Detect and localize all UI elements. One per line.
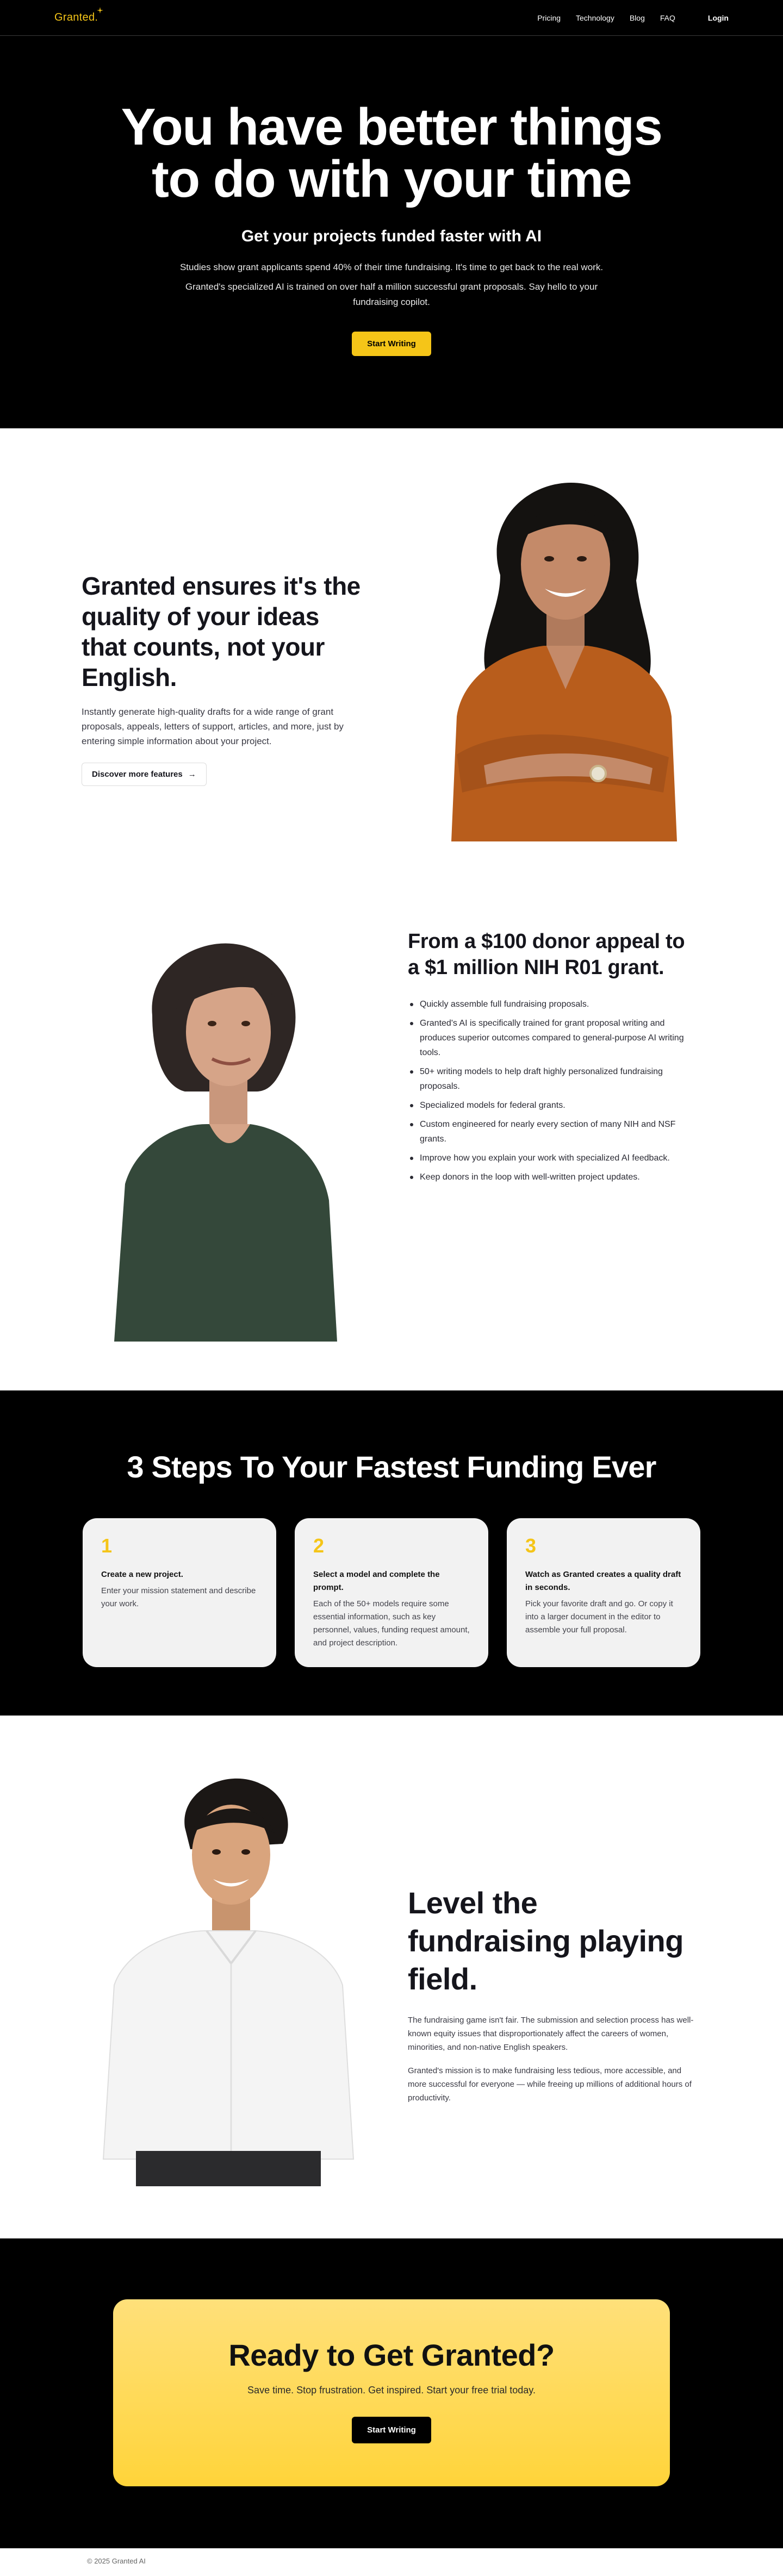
step-description: Pick your favorite draft and go. Or copy… [525, 1599, 673, 1635]
login-button[interactable]: Login [708, 14, 729, 22]
feature-quality-body: Instantly generate high-quality drafts f… [82, 707, 344, 746]
top-nav: Granted. Pricing Technology Blog FAQ Log… [0, 0, 783, 36]
cta-section: Ready to Get Granted? Save time. Stop fr… [0, 2238, 783, 2548]
cta-start-writing-button[interactable]: Start Writing [352, 2417, 431, 2443]
cta-title: Ready to Get Granted? [228, 2338, 555, 2372]
nav-link-faq[interactable]: FAQ [660, 14, 675, 22]
feature-equity-title: Level the fundraising playing field. [408, 1886, 683, 1996]
granted-logo[interactable]: Granted. [54, 7, 104, 24]
woman-green-shirt-photo [114, 943, 337, 1342]
step-description: Enter your mission statement and describ… [101, 1586, 256, 1608]
sparkle-icon [97, 7, 104, 14]
step-number: 2 [313, 1535, 325, 1557]
feature-quality-section: Granted ensures it's the quality of your… [0, 428, 783, 885]
step-title: Watch as Granted creates a quality draft… [525, 1570, 681, 1592]
man-white-shirt-photo [102, 1778, 355, 2186]
feature-equity-paragraph-1: The fundraising game isn't fair. The sub… [408, 2016, 694, 2052]
cta-card: Ready to Get Granted? Save time. Stop fr… [113, 2299, 670, 2486]
nav-link-pricing[interactable]: Pricing [537, 14, 561, 22]
feature-equity-section: Level the fundraising playing field. The… [0, 1716, 783, 2238]
list-item: 50+ writing models to help draft highly … [408, 1064, 701, 1094]
arrow-right-icon: → [188, 770, 196, 779]
list-item: Specialized models for federal grants. [408, 1098, 701, 1113]
feature-range-section: From a $100 donor appeal to a $1 million… [0, 885, 783, 1390]
steps-section: 3 Steps To Your Fastest Funding Ever 1 C… [0, 1390, 783, 1716]
nav-link-blog[interactable]: Blog [630, 14, 645, 22]
hero-paragraph-2: Granted's specialized AI is trained on o… [185, 282, 598, 307]
hero-subtitle: Get your projects funded faster with AI [241, 227, 542, 245]
step-card-2: 2 Select a model and complete the prompt… [295, 1518, 488, 1667]
hero-paragraph-1: Studies show grant applicants spend 40% … [179, 262, 604, 272]
step-title: Create a new project. [101, 1570, 183, 1579]
feature-equity-paragraph-2: Granted's mission is to make fundraising… [408, 2066, 692, 2103]
step-card-3: 3 Watch as Granted creates a quality dra… [507, 1518, 700, 1667]
step-number: 1 [101, 1535, 113, 1557]
discover-features-button[interactable]: Discover more features → [82, 763, 207, 786]
step-card-1: 1 Create a new project. Enter your missi… [83, 1518, 276, 1667]
step-description: Each of the 50+ models require some esse… [313, 1599, 470, 1648]
list-item: Custom engineered for nearly every secti… [408, 1117, 701, 1146]
logo-text: Granted [54, 11, 95, 23]
list-item: Keep donors in the loop with well-writte… [408, 1170, 701, 1184]
feature-equity-text: Level the fundraising playing field. The… [408, 1884, 701, 2105]
list-item: Improve how you explain your work with s… [408, 1151, 701, 1165]
nav-links: Pricing Technology Blog FAQ Login [522, 14, 729, 22]
cta-subtitle: Save time. Stop frustration. Get inspire… [247, 2385, 536, 2396]
footer: © 2025 Granted AI [0, 2548, 783, 2576]
step-number: 3 [525, 1535, 537, 1557]
hero-start-writing-button[interactable]: Start Writing [352, 332, 431, 356]
feature-quality-title: Granted ensures it's the quality of your… [82, 572, 361, 691]
hero-title: You have better things to do with your t… [121, 98, 663, 208]
feature-quality-text: Granted ensures it's the quality of your… [82, 571, 370, 786]
step-title: Select a model and complete the prompt. [313, 1570, 440, 1592]
feature-range-text: From a $100 donor appeal to a $1 million… [408, 928, 701, 1189]
nav-link-technology[interactable]: Technology [576, 14, 614, 22]
hero-section: You have better things to do with your t… [0, 36, 783, 428]
discover-features-label: Discover more features [92, 770, 183, 779]
steps-title: 3 Steps To Your Fastest Funding Ever [127, 1450, 656, 1484]
woman-orange-shirt-photo [451, 483, 677, 841]
footer-copyright: © 2025 Granted AI [87, 2557, 146, 2565]
feature-range-list: Quickly assemble full fundraising propos… [408, 997, 701, 1184]
list-item: Quickly assemble full fundraising propos… [408, 997, 701, 1012]
steps-cards: 1 Create a new project. Enter your missi… [0, 1518, 783, 1667]
list-item: Granted's AI is specifically trained for… [408, 1016, 701, 1060]
feature-range-title: From a $100 donor appeal to a $1 million… [408, 930, 685, 979]
